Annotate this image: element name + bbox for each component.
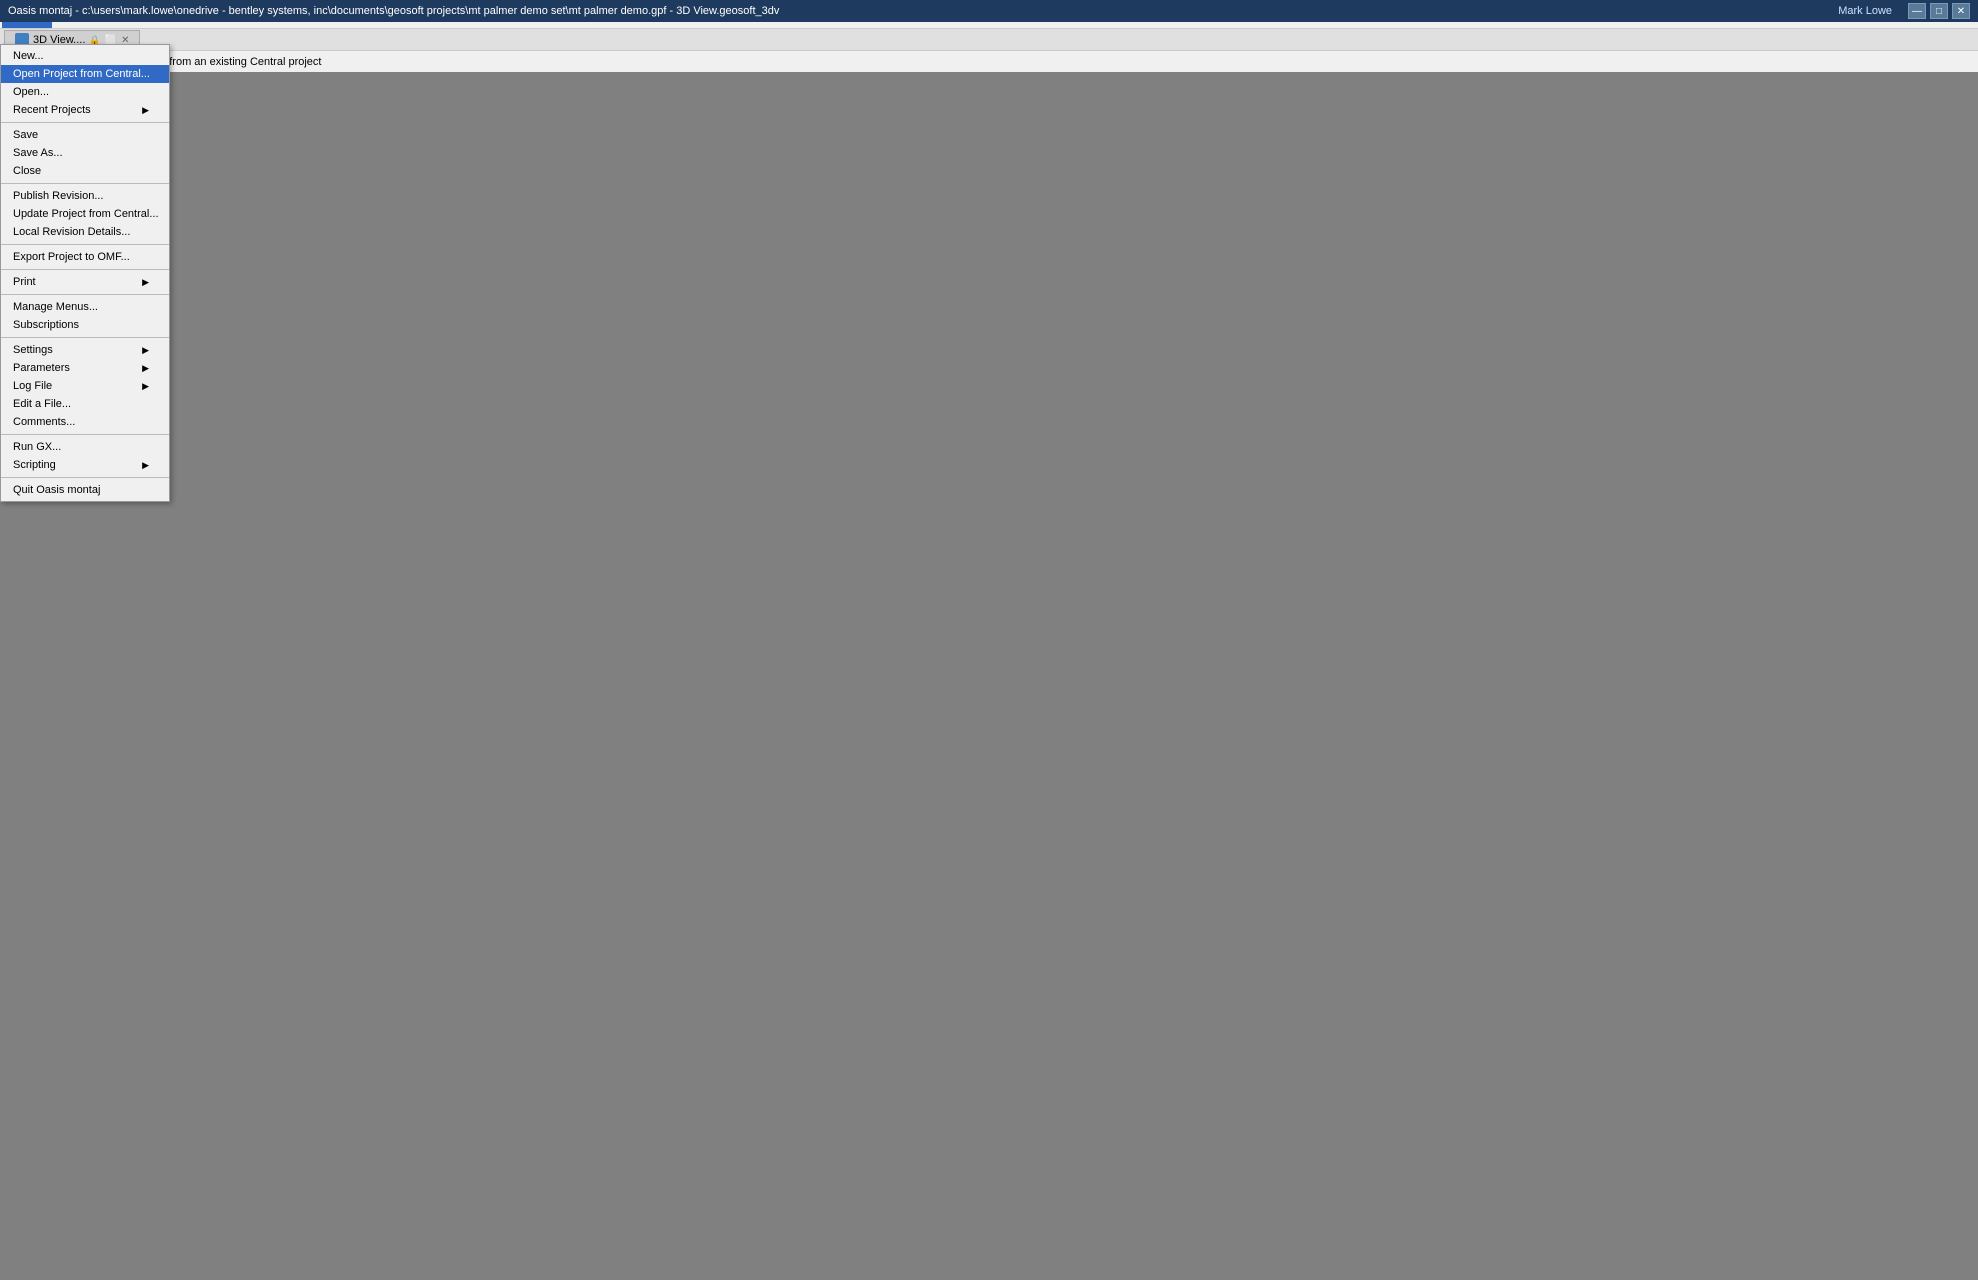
- menu-option-quit-oasis-montaj[interactable]: Quit Oasis montaj: [1, 481, 169, 499]
- menu-divider-25: [1, 434, 169, 435]
- menu-option-label: Update Project from Central...: [13, 208, 159, 220]
- title-bar: Oasis montaj - c:\users\mark.lowe\onedri…: [0, 0, 1978, 22]
- submenu-arrow-icon: ▶: [142, 345, 149, 356]
- menu-option-edit-a-file-[interactable]: Edit a File...: [1, 395, 169, 413]
- menu-option-recent-projects[interactable]: Recent Projects ▶: [1, 101, 169, 119]
- menu-option-label: Publish Revision...: [13, 190, 104, 202]
- menu-divider-19: [1, 337, 169, 338]
- title-bar-controls: — □ ✕: [1908, 3, 1970, 19]
- menu-option-label: Settings: [13, 344, 53, 356]
- status-bar: Create a new Geosoft project file from a…: [0, 50, 1978, 72]
- menu-option-subscriptions[interactable]: Subscriptions: [1, 316, 169, 334]
- user-info: Mark Lowe: [1838, 5, 1892, 17]
- menu-option-parameters[interactable]: Parameters ▶: [1, 359, 169, 377]
- menu-option-print[interactable]: Print ▶: [1, 273, 169, 291]
- menu-option-label: Parameters: [13, 362, 70, 374]
- menu-option-label: Open Project from Central...: [13, 68, 150, 80]
- menu-option-label: Scripting: [13, 459, 56, 471]
- close-window-button[interactable]: ✕: [1952, 3, 1970, 19]
- menu-option-label: Run GX...: [13, 441, 61, 453]
- menu-option-label: Export Project to OMF...: [13, 251, 130, 263]
- menu-option-label: Save: [13, 129, 38, 141]
- project-dropdown-menu: New... Open Project from Central... Open..…: [0, 44, 170, 502]
- menu-option-log-file[interactable]: Log File ▶: [1, 377, 169, 395]
- menu-option-open-[interactable]: Open...: [1, 83, 169, 101]
- menu-option-label: Edit a File...: [13, 398, 71, 410]
- minimize-button[interactable]: —: [1908, 3, 1926, 19]
- menu-option-save-as-[interactable]: Save As...: [1, 144, 169, 162]
- menu-option-label: New...: [13, 50, 44, 62]
- menu-option-label: Quit Oasis montaj: [13, 484, 100, 496]
- menu-option-label: Recent Projects: [13, 104, 91, 116]
- menu-option-comments-[interactable]: Comments...: [1, 413, 169, 431]
- menu-divider-8: [1, 183, 169, 184]
- menu-option-manage-menus-[interactable]: Manage Menus...: [1, 298, 169, 316]
- menu-divider-16: [1, 294, 169, 295]
- menu-option-open-project-from-central-[interactable]: Open Project from Central...: [1, 65, 169, 83]
- menu-option-label: Subscriptions: [13, 319, 79, 331]
- menu-option-new-[interactable]: New...: [1, 47, 169, 65]
- maximize-button[interactable]: □: [1930, 3, 1948, 19]
- submenu-arrow-icon: ▶: [142, 277, 149, 288]
- menu-option-label: Log File: [13, 380, 52, 392]
- menu-option-save[interactable]: Save: [1, 126, 169, 144]
- menu-option-label: Comments...: [13, 416, 75, 428]
- menu-divider-28: [1, 477, 169, 478]
- menu-option-local-revision-details-[interactable]: Local Revision Details...: [1, 223, 169, 241]
- menu-option-label: Open...: [13, 86, 49, 98]
- menu-divider-12: [1, 244, 169, 245]
- menu-divider-14: [1, 269, 169, 270]
- menu-divider-4: [1, 122, 169, 123]
- submenu-arrow-icon: ▶: [142, 460, 149, 471]
- menu-option-scripting[interactable]: Scripting ▶: [1, 456, 169, 474]
- menu-option-export-project-to-omf-[interactable]: Export Project to OMF...: [1, 248, 169, 266]
- title-bar-title: Oasis montaj - c:\users\mark.lowe\onedri…: [8, 5, 779, 17]
- menu-option-publish-revision-[interactable]: Publish Revision...: [1, 187, 169, 205]
- menu-option-label: Print: [13, 276, 36, 288]
- menu-option-run-gx-[interactable]: Run GX...: [1, 438, 169, 456]
- menu-option-label: Save As...: [13, 147, 63, 159]
- menu-option-settings[interactable]: Settings ▶: [1, 341, 169, 359]
- submenu-arrow-icon: ▶: [142, 363, 149, 374]
- menu-option-update-project-from-central-[interactable]: Update Project from Central...: [1, 205, 169, 223]
- submenu-arrow-icon: ▶: [142, 381, 149, 392]
- bottom-tabs-bar: 3D View.... 🔒 ⬜ ✕: [0, 28, 1978, 50]
- menu-option-close[interactable]: Close: [1, 162, 169, 180]
- menu-option-label: Manage Menus...: [13, 301, 98, 313]
- submenu-arrow-icon: ▶: [142, 105, 149, 116]
- menu-option-label: Close: [13, 165, 41, 177]
- menu-option-label: Local Revision Details...: [13, 226, 130, 238]
